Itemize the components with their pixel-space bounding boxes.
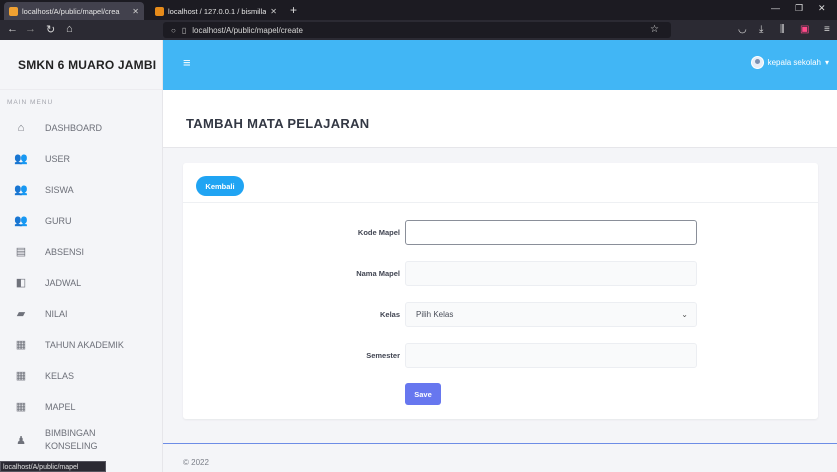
shield-icon: ○ (171, 25, 176, 35)
bookmark-star-icon[interactable]: ☆ (650, 24, 659, 35)
browser-tab[interactable]: localhost / 127.0.0.1 / bismillah ✕ (150, 2, 282, 20)
extension-icon[interactable]: ▣ (800, 24, 809, 35)
url-text: localhost/A/public/mapel/create (192, 25, 303, 35)
sidebar: SMKN 6 MUARO JAMBI MAIN MENU ⌂ DASHBOARD… (0, 40, 163, 472)
page-title: TAMBAH MATA PELAJARAN (186, 116, 370, 131)
sidebar-item-bimbingan-konseling[interactable]: ♟ BIMBINGAN KONSELING (0, 422, 162, 458)
library-icon[interactable]: ⫼ (780, 24, 785, 35)
close-tab-icon[interactable]: ✕ (132, 7, 139, 16)
kode-mapel-label: Kode Mapel (357, 228, 400, 237)
sidebar-item-siswa[interactable]: 👥 SISWA (0, 174, 162, 205)
tab-label: localhost / 127.0.0.1 / bismillah (168, 6, 267, 16)
semester-input[interactable] (405, 343, 697, 368)
address-bar[interactable]: ○ ▯ localhost/A/public/mapel/create (163, 22, 671, 38)
browser-nav-bar: ← → ↻ ⌂ ○ ▯ localhost/A/public/mapel/cre… (0, 20, 837, 40)
new-tab-button[interactable]: + (290, 3, 297, 17)
semester-label: Semester (366, 351, 400, 360)
close-window-icon[interactable]: ✕ (818, 3, 826, 14)
brand-title: SMKN 6 MUARO JAMBI (0, 40, 162, 90)
flag-icon: ▰ (16, 308, 26, 320)
home-icon: ⌂ (17, 121, 25, 134)
home-icon[interactable]: ⌂ (66, 23, 73, 35)
users-icon: 👥 (14, 215, 28, 227)
calendar-icon: ▦ (15, 401, 27, 413)
sidebar-item-label: KELAS (45, 370, 75, 381)
status-url-tooltip: localhost/A/public/mapel (0, 461, 106, 472)
user-tie-icon: ♟ (16, 434, 26, 447)
footer-copyright: © 2022 (183, 458, 209, 467)
forward-arrow-icon[interactable]: → (25, 23, 36, 35)
sidebar-item-user[interactable]: 👥 USER (0, 143, 162, 174)
users-icon: 👥 (14, 153, 28, 165)
back-button[interactable]: Kembali (196, 176, 244, 196)
calendar-icon: ▦ (15, 370, 27, 382)
kode-mapel-input[interactable] (405, 220, 697, 245)
download-icon[interactable]: ⤓ (759, 24, 763, 35)
hamburger-menu-icon[interactable]: ≡ (183, 56, 195, 69)
reload-icon[interactable]: ↻ (46, 23, 55, 36)
top-header: ≡ kepala sekolah ▾ (163, 40, 837, 90)
sidebar-item-jadwal[interactable]: ◧ JADWAL (0, 267, 162, 298)
browser-tab-bar: localhost/A/public/mapel/crea ✕ localhos… (0, 0, 837, 20)
footer-divider (163, 443, 837, 444)
nama-mapel-label: Nama Mapel (356, 269, 400, 278)
sidebar-item-mapel[interactable]: ▦ MAPEL (0, 391, 162, 422)
minimize-icon[interactable]: — (771, 3, 780, 13)
menu-icon[interactable]: ≡ (824, 24, 830, 35)
browser-tab-active[interactable]: localhost/A/public/mapel/crea ✕ (4, 2, 144, 20)
caret-down-icon: ▾ (824, 58, 829, 67)
chevron-down-icon: ⌄ (681, 310, 688, 319)
book-icon: ◧ (15, 277, 27, 289)
kelas-selected-value: Pilih Kelas (416, 310, 454, 319)
user-name: kepala sekolah (767, 58, 821, 67)
pocket-icon[interactable]: ◡ (738, 24, 747, 35)
page-title-bar: TAMBAH MATA PELAJARAN (163, 90, 837, 148)
sidebar-item-absensi[interactable]: ▤ ABSENSI (0, 236, 162, 267)
sidebar-item-label: ABSENSI (45, 246, 85, 257)
tab-label: localhost/A/public/mapel/crea (22, 6, 120, 16)
form-row-semester: Semester (183, 343, 818, 369)
sidebar-item-label: JADWAL (45, 277, 82, 288)
form-row-nama: Nama Mapel (183, 261, 818, 287)
form-row-kelas: Kelas Pilih Kelas ⌄ (183, 302, 818, 328)
back-arrow-icon[interactable]: ← (7, 23, 18, 35)
sidebar-item-nilai[interactable]: ▰ NILAI (0, 298, 162, 329)
restore-icon[interactable]: ❐ (795, 3, 803, 14)
sidebar-item-label: TAHUN AKADEMIK (45, 339, 124, 350)
clipboard-icon: ▤ (15, 246, 27, 258)
kelas-select[interactable]: Pilih Kelas ⌄ (405, 302, 697, 327)
sidebar-item-guru[interactable]: 👥 GURU (0, 205, 162, 236)
form-card: Kembali Kode Mapel Nama Mapel Kelas Pili… (183, 163, 818, 419)
user-dropdown[interactable]: kepala sekolah ▾ (750, 56, 829, 69)
sidebar-item-label: BIMBINGAN KONSELING (45, 428, 98, 451)
sidebar-item-label: USER (45, 153, 71, 164)
nama-mapel-input[interactable] (405, 261, 697, 286)
sidebar-item-label: NILAI (45, 308, 68, 319)
page-icon: ▯ (181, 25, 187, 35)
calendar-icon: ▦ (15, 339, 27, 351)
sidebar-item-label: DASHBOARD (45, 122, 103, 133)
form-row-kode: Kode Mapel (183, 220, 818, 246)
site-favicon-icon (9, 6, 18, 16)
sidebar-item-kelas[interactable]: ▦ KELAS (0, 360, 162, 391)
menu-header: MAIN MENU (7, 99, 54, 106)
card-header: Kembali (183, 163, 818, 203)
sidebar-item-label: GURU (45, 215, 72, 226)
phpmyadmin-favicon-icon (155, 6, 164, 16)
avatar (750, 56, 764, 69)
sidebar-item-label: SISWA (45, 184, 74, 195)
users-icon: 👥 (14, 184, 28, 196)
sidebar-item-tahun-akademik[interactable]: ▦ TAHUN AKADEMIK (0, 329, 162, 360)
save-button[interactable]: Save (405, 383, 441, 405)
sidebar-item-label: MAPEL (45, 401, 76, 412)
close-tab-icon[interactable]: ✕ (270, 7, 277, 16)
sidebar-item-dashboard[interactable]: ⌂ DASHBOARD (0, 112, 162, 143)
kelas-label: Kelas (379, 310, 400, 319)
